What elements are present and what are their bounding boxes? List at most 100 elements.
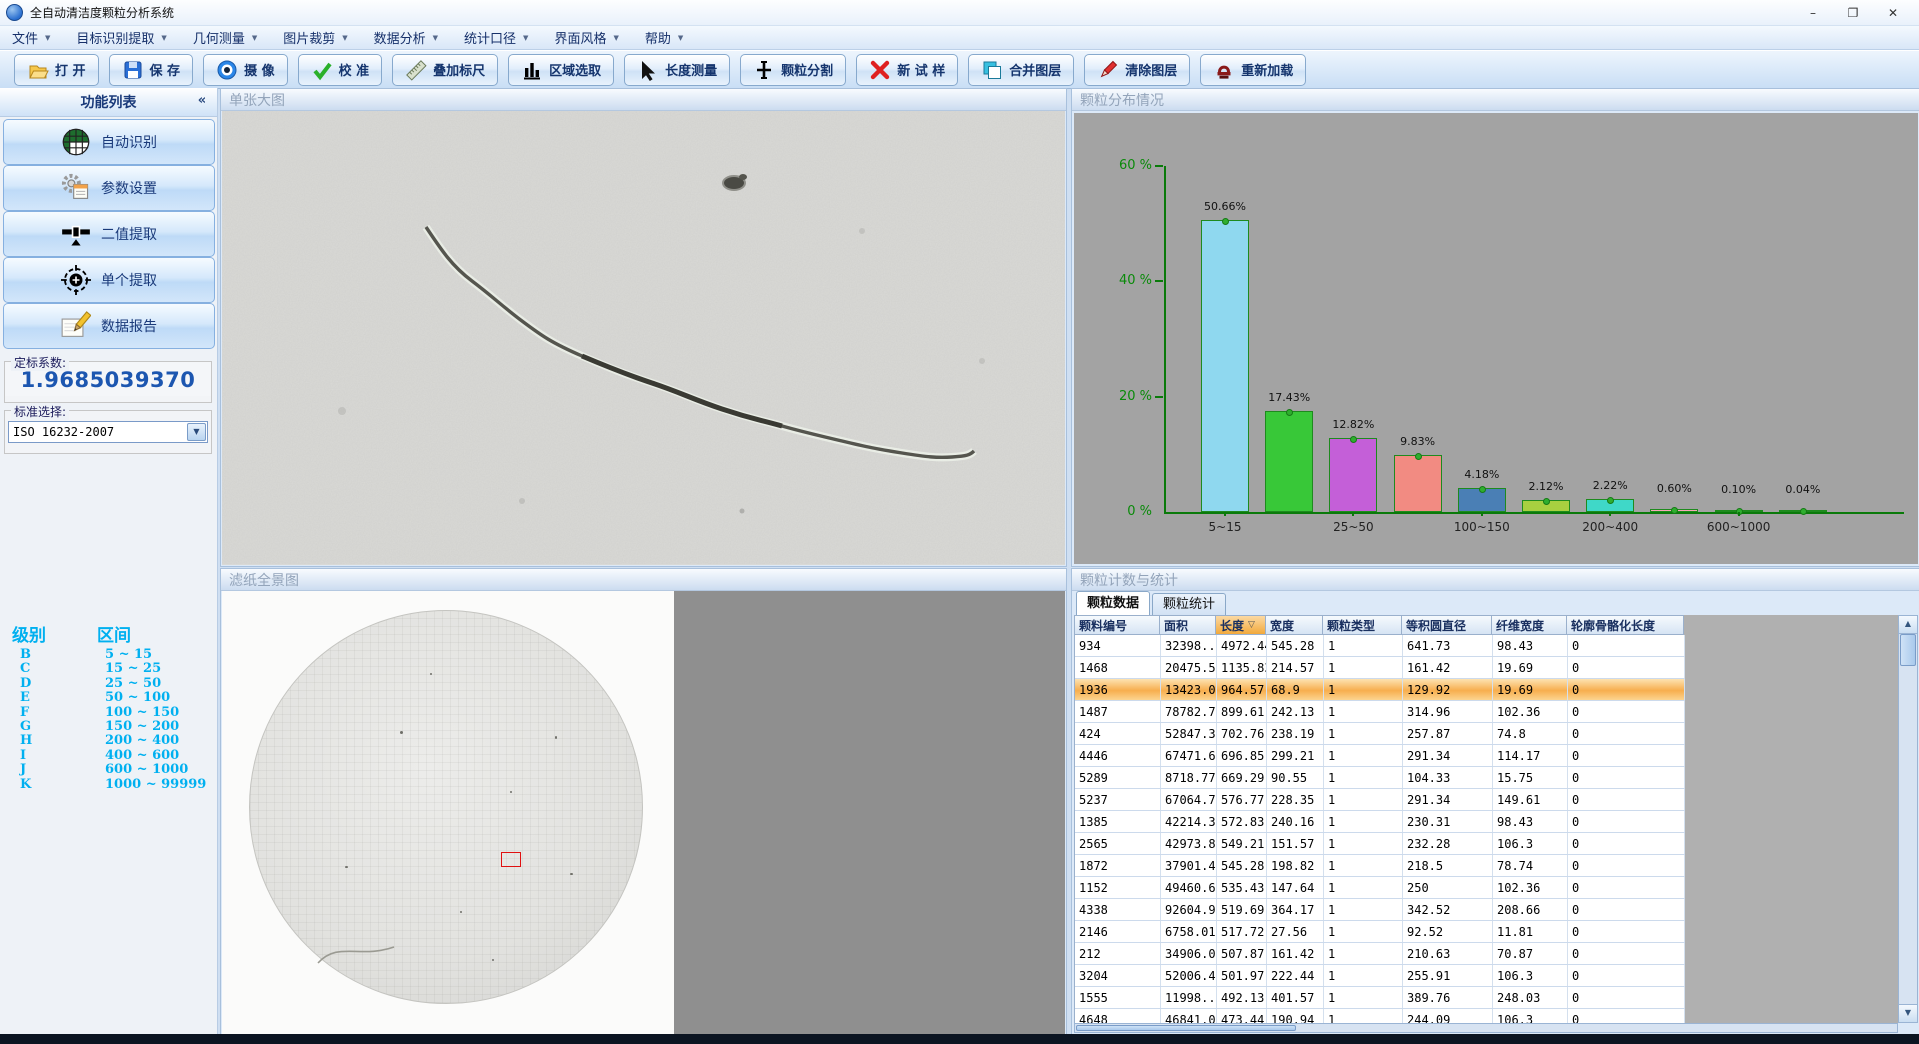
table-row[interactable]: 155511998...492.13401.571389.76248.030 (1075, 987, 1685, 1009)
merge-layers-button[interactable]: 合并图层 (968, 54, 1074, 86)
particle-split-button[interactable]: 颗粒分割 (740, 54, 846, 86)
column-header-0[interactable]: 颗料编号 (1074, 615, 1160, 635)
column-header-3[interactable]: 宽度 (1266, 615, 1323, 635)
table-cell: 1936 (1075, 679, 1161, 700)
table-row[interactable]: 320452006.48501.97222.441255.91106.30 (1075, 965, 1685, 987)
filter-paper-view[interactable] (222, 591, 1065, 1034)
calibrate-button[interactable]: 校 准 (298, 54, 383, 86)
sidebar-item-binary-extract[interactable]: 二值提取 (3, 211, 215, 257)
table-row[interactable]: 21466758.01517.7227.56192.5211.810 (1075, 921, 1685, 943)
bar-25~50[interactable] (1329, 438, 1377, 512)
hscrollbar-thumb[interactable] (1076, 1025, 1296, 1031)
table-cell: 228.35 (1267, 789, 1324, 810)
menu-item-image-crop[interactable]: 图片裁剪▼ (283, 28, 347, 47)
tab-particle-data[interactable]: 颗粒数据 (1076, 591, 1150, 615)
bar-200~400[interactable] (1586, 499, 1634, 512)
menu-item-data-analysis[interactable]: 数据分析▼ (374, 28, 438, 47)
x-tick-label: 100~150 (1454, 520, 1510, 534)
length-measure-button[interactable]: 长度测量 (624, 54, 730, 86)
table-row[interactable]: 464846841.09473.44190.941244.09106.30 (1075, 1009, 1685, 1023)
sidebar-item-label: 数据报告 (101, 316, 157, 336)
table-row[interactable]: 52898718.77669.2990.551104.3315.750 (1075, 767, 1685, 789)
sidebar-item-label: 二值提取 (101, 224, 157, 244)
overlay-ruler-button[interactable]: 叠加标尺 (392, 54, 498, 86)
save-button[interactable]: 保 存 (109, 54, 194, 86)
bar-150~200[interactable] (1522, 500, 1570, 512)
column-header-4[interactable]: 颗粒类型 (1323, 615, 1402, 635)
sidebar-header-label: 功能列表 (81, 92, 137, 112)
close-button[interactable]: ✕ (1873, 0, 1913, 25)
x-tick-mark (1481, 512, 1483, 516)
table-row[interactable]: 21234906.07507.87161.421210.6370.870 (1075, 943, 1685, 965)
scroll-up-icon[interactable]: ▲ (1899, 616, 1917, 634)
standard-label: 标准选择: (11, 403, 69, 420)
table-row[interactable]: 193613423.03964.5768.91129.9219.690 (1075, 679, 1685, 701)
column-header-6[interactable]: 纤维宽度 (1492, 615, 1567, 635)
open-button[interactable]: 打 开 (14, 54, 99, 86)
horizontal-scrollbar[interactable] (1074, 1023, 1898, 1033)
menu-item-help[interactable]: 帮助▼ (645, 28, 683, 47)
table-cell: 0 (1568, 657, 1685, 678)
bar-50~100[interactable] (1394, 455, 1442, 512)
folder-open-icon (27, 59, 49, 81)
table-row[interactable]: 115249460.6535.43147.641250102.360 (1075, 877, 1685, 899)
column-header-2[interactable]: 长度▽ (1216, 615, 1266, 635)
region-select-button[interactable]: 区域选取 (508, 54, 614, 86)
selection-rectangle[interactable] (501, 852, 521, 867)
column-header-7[interactable]: 轮廓骨骼化长度 (1567, 615, 1684, 635)
maximize-button[interactable]: ❐ (1833, 0, 1873, 25)
menu-item-geometric-measure[interactable]: 几何测量▼ (193, 28, 257, 47)
sidebar-item-auto-recognize[interactable]: 自动识别 (3, 119, 215, 165)
menu-item-target-recognition-extract[interactable]: 目标识别提取▼ (76, 28, 166, 47)
bar-top-marker (1415, 453, 1422, 460)
minimize-button[interactable]: – (1793, 0, 1833, 25)
sidebar-item-data-report[interactable]: 数据报告 (3, 303, 215, 349)
bar-1000~99999[interactable] (1779, 510, 1827, 512)
vertical-scrollbar[interactable]: ▲ ▼ (1898, 615, 1918, 1023)
bar-100~150[interactable] (1458, 488, 1506, 512)
column-header-5[interactable]: 等积圆直径 (1402, 615, 1492, 635)
sidebar: 功能列表 « 自动识别参数设置二值提取单个提取数据报告 定标系数: 1.9685… (0, 88, 218, 1034)
column-header-label: 颗粒类型 (1327, 617, 1375, 634)
table-cell: 15.75 (1493, 767, 1568, 788)
sidebar-item-param-settings[interactable]: 参数设置 (3, 165, 215, 211)
table-cell: 37901.45 (1161, 855, 1217, 876)
table-row[interactable]: 138542214.33572.83240.161230.3198.430 (1075, 811, 1685, 833)
table-cell: 501.97 (1217, 965, 1267, 986)
table-row[interactable]: 93432398...4972.44545.281641.7398.430 (1075, 635, 1685, 657)
table-cell: 6758.01 (1161, 921, 1217, 942)
bar-400~600[interactable] (1650, 509, 1698, 512)
bar-15~25[interactable] (1265, 411, 1313, 512)
menu-item-statistics-caliber[interactable]: 统计口径▼ (464, 28, 528, 47)
table-row[interactable]: 146820475.541135.83214.571161.4219.690 (1075, 657, 1685, 679)
sidebar-collapse-button[interactable]: « (193, 93, 211, 111)
scrollbar-thumb[interactable] (1900, 634, 1916, 666)
table-row[interactable]: 42452847.36702.76238.191257.8774.80 (1075, 723, 1685, 745)
x-tick-label: 25~50 (1333, 520, 1374, 534)
toolbar-button-label: 清除图层 (1125, 60, 1177, 79)
table-row[interactable]: 187237901.45545.28198.821218.578.740 (1075, 855, 1685, 877)
table-row[interactable]: 256542973.84549.21151.571232.28106.30 (1075, 833, 1685, 855)
window-title-bar: 全自动清洁度颗粒分析系统 – ❐ ✕ (0, 0, 1919, 26)
camera-button[interactable]: 摄 像 (203, 54, 288, 86)
microscope-image[interactable] (222, 111, 1065, 565)
level-range: 400 ~ 600 (105, 749, 179, 763)
menu-item-interface-style[interactable]: 界面风格▼ (554, 28, 618, 47)
table-row[interactable]: 444667471.63696.85299.211291.34114.170 (1075, 745, 1685, 767)
bar-5~15[interactable] (1201, 220, 1249, 512)
new-sample-button[interactable]: 新 试 样 (856, 54, 958, 86)
dropdown-arrow-icon[interactable]: ▼ (187, 423, 206, 441)
menu-item-file[interactable]: 文件▼ (12, 28, 50, 47)
column-header-1[interactable]: 面积 (1160, 615, 1216, 635)
reload-button[interactable]: 重新加载 (1200, 54, 1306, 86)
sidebar-item-single-extract[interactable]: 单个提取 (3, 257, 215, 303)
clear-layers-button[interactable]: 清除图层 (1084, 54, 1190, 86)
table-row[interactable]: 148778782.78899.61242.131314.96102.360 (1075, 701, 1685, 723)
level-letter: B (12, 648, 105, 662)
scroll-down-icon[interactable]: ▼ (1899, 1004, 1917, 1022)
table-row[interactable]: 433892604.94519.69364.171342.52208.660 (1075, 899, 1685, 921)
tab-particle-stats[interactable]: 颗粒统计 (1152, 593, 1226, 615)
standard-select[interactable]: ISO 16232-2007 ▼ (8, 421, 208, 443)
table-row[interactable]: 523767064.76576.77228.351291.34149.610 (1075, 789, 1685, 811)
panel-title: 颗粒分布情况 (1072, 89, 1919, 111)
